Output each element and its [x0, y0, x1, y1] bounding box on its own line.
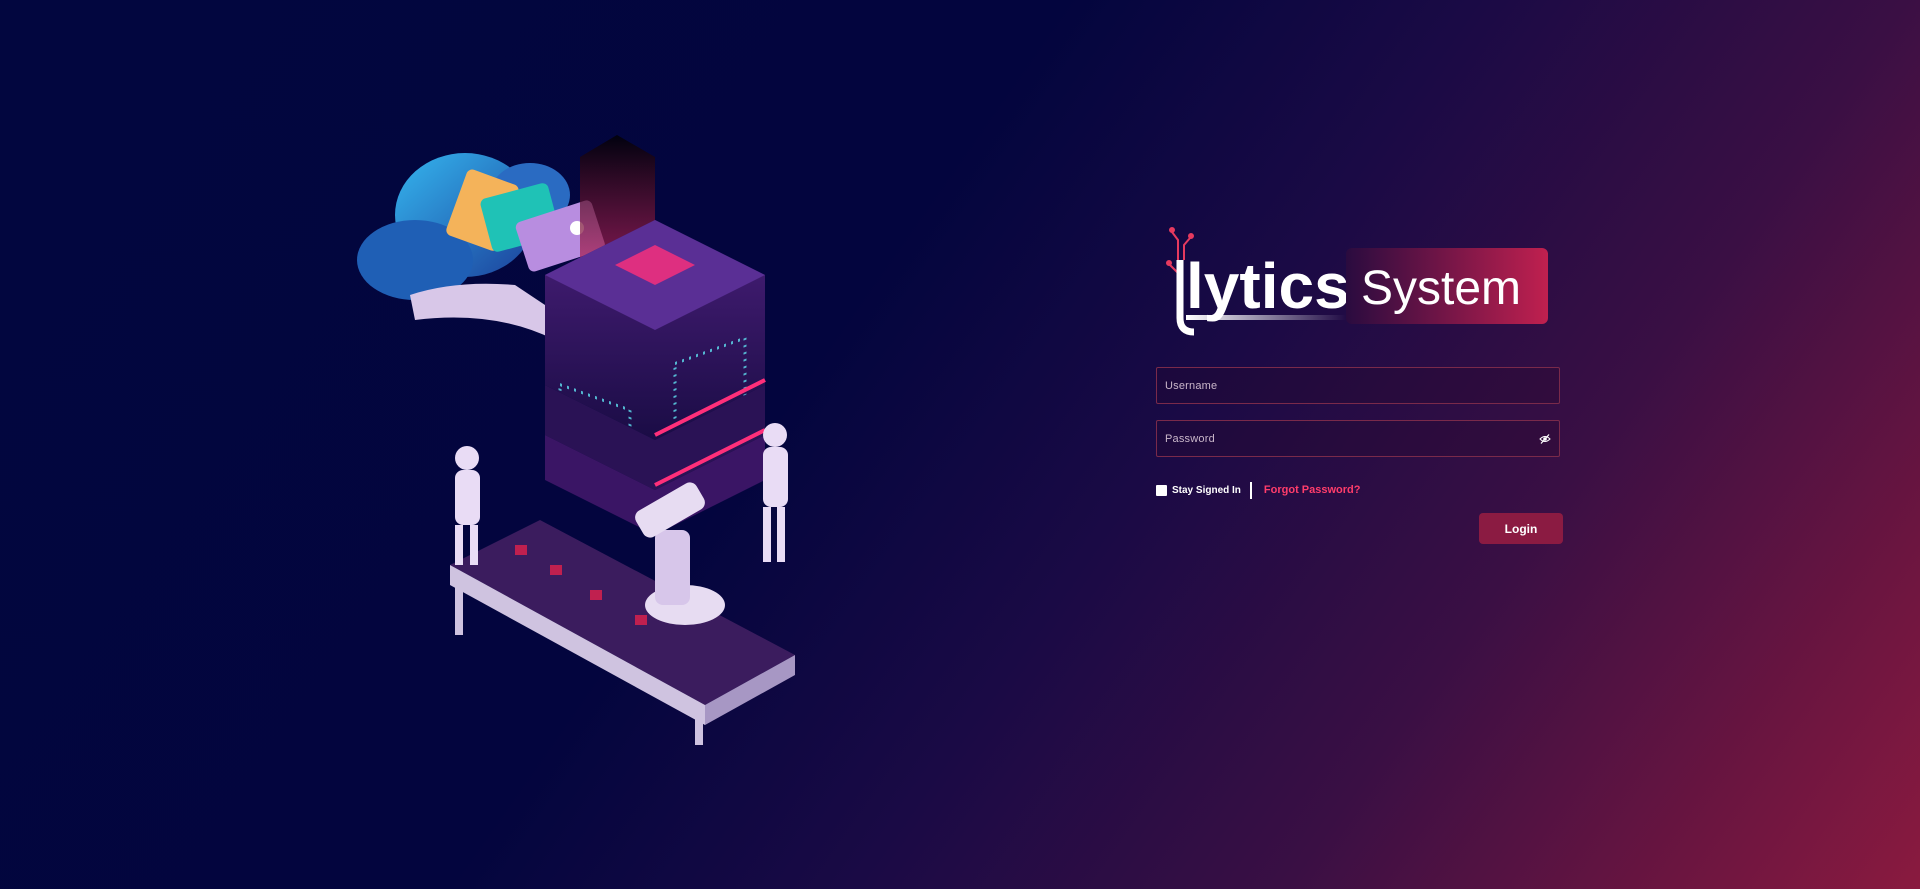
- login-panel: lytics System Stay Signed In Forgot Pass…: [1156, 220, 1563, 544]
- stay-signed-in-checkbox[interactable]: [1156, 484, 1167, 496]
- remember-row: Stay Signed In Forgot Password?: [1156, 481, 1361, 499]
- password-field[interactable]: [1156, 420, 1560, 457]
- password-input[interactable]: [1157, 421, 1537, 456]
- forgot-password-link[interactable]: Forgot Password?: [1264, 484, 1361, 496]
- logo-badge-text: System: [1361, 262, 1521, 315]
- login-button[interactable]: Login: [1479, 513, 1563, 544]
- hero-illustration: [355, 135, 805, 770]
- brand-logo: lytics System: [1166, 220, 1556, 345]
- stay-signed-in-label: Stay Signed In: [1172, 484, 1241, 496]
- logo-text: lytics: [1186, 250, 1350, 322]
- eye-slash-icon[interactable]: [1537, 431, 1553, 447]
- username-field[interactable]: [1156, 367, 1560, 404]
- divider: [1249, 481, 1252, 499]
- username-input[interactable]: [1157, 368, 1559, 403]
